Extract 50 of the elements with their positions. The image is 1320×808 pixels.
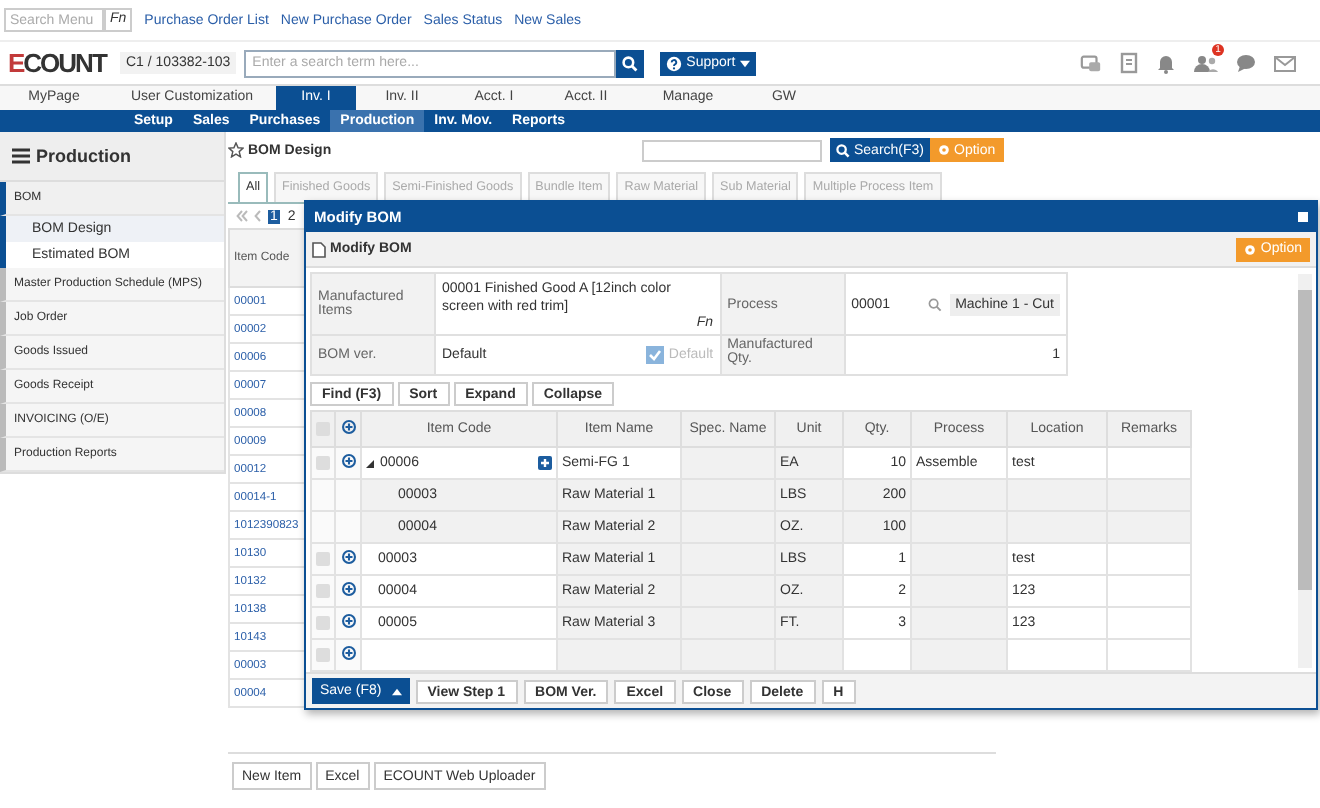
menu-icon — [12, 148, 30, 164]
expand-arrow-icon[interactable] — [366, 459, 374, 467]
row-checkbox[interactable] — [316, 583, 330, 598]
add-icon[interactable] — [341, 550, 355, 564]
scrollbar[interactable] — [1298, 274, 1312, 668]
mail-icon[interactable] — [1274, 55, 1296, 71]
search-button[interactable] — [616, 49, 645, 77]
search-icon — [622, 55, 639, 71]
caret-icon — [391, 687, 402, 695]
table-cell — [1107, 479, 1191, 511]
bell-icon[interactable] — [1156, 52, 1176, 74]
add-icon[interactable] — [341, 614, 355, 628]
first-page-icon[interactable] — [236, 210, 248, 222]
table-cell — [911, 575, 1007, 607]
row-checkbox[interactable] — [316, 551, 330, 566]
help-icon — [666, 55, 683, 71]
gear-icon — [938, 144, 951, 156]
star-icon[interactable] — [228, 142, 244, 158]
table-cell — [1107, 447, 1191, 479]
previous-page-icon[interactable] — [254, 210, 262, 222]
logo: ECOUNT — [8, 48, 109, 78]
row-checkbox[interactable] — [316, 615, 330, 630]
table-cell — [681, 479, 775, 511]
speech-bubble-icon[interactable] — [1236, 54, 1256, 72]
add-icon[interactable] — [341, 420, 355, 434]
people-icon[interactable] — [1194, 54, 1218, 72]
table-cell — [1107, 543, 1191, 575]
table-cell — [681, 447, 775, 479]
sidebar-title: Production — [36, 146, 131, 166]
search-field[interactable] — [642, 139, 822, 161]
row-checkbox[interactable] — [316, 455, 330, 470]
caret-icon — [739, 59, 750, 67]
table-cell — [911, 543, 1007, 575]
search-icon[interactable] — [927, 297, 942, 311]
gear-icon — [1244, 243, 1257, 255]
document-icon[interactable] — [1120, 52, 1138, 74]
chat-window-icon[interactable] — [1080, 53, 1102, 73]
add-icon[interactable] — [341, 454, 355, 468]
table-cell — [1007, 479, 1107, 511]
add-icon[interactable] — [341, 646, 355, 660]
search-icon — [836, 143, 850, 157]
table-cell — [1107, 575, 1191, 607]
table-cell — [1007, 511, 1107, 543]
table-cell — [911, 511, 1007, 543]
row-checkbox[interactable] — [316, 647, 330, 662]
table-cell — [1107, 511, 1191, 543]
add-icon[interactable] — [341, 582, 355, 596]
table-cell — [911, 607, 1007, 639]
table-cell — [1107, 607, 1191, 639]
table-cell — [911, 479, 1007, 511]
